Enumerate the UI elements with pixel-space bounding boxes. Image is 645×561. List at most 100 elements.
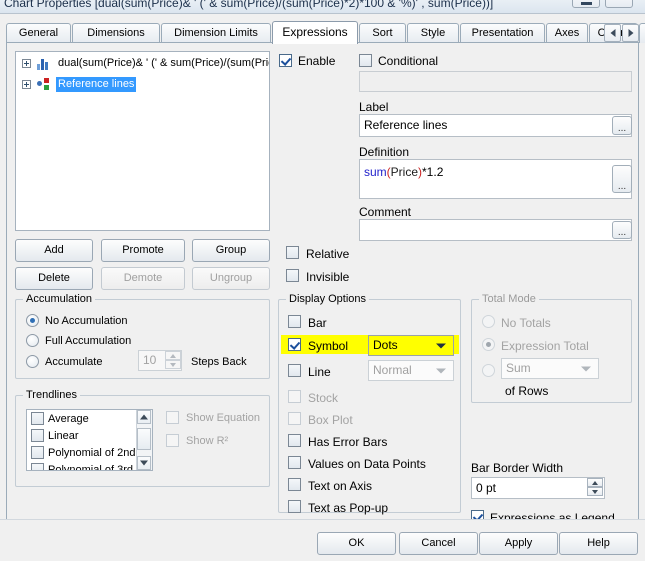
invisible-checkbox[interactable] — [286, 269, 299, 282]
comment-browse-button[interactable]: ... — [612, 221, 632, 239]
delete-button[interactable]: Delete — [15, 267, 93, 290]
symbol-checkbox[interactable] — [288, 338, 301, 351]
conditional-checkbox[interactable] — [359, 54, 372, 67]
chevron-right-icon — [628, 29, 633, 37]
list-item[interactable]: Linear — [27, 427, 152, 444]
trendline-poly3-label: Polynomial of 3rd d — [48, 464, 143, 471]
help-button[interactable]: Help — [559, 532, 638, 555]
text-as-popup-label: Text as Pop-up — [308, 501, 389, 515]
line-type-value: Normal — [373, 363, 412, 377]
line-type-select: Normal — [368, 360, 454, 381]
apply-button[interactable]: Apply — [479, 532, 558, 555]
relative-label: Relative — [306, 247, 350, 261]
bar-border-width-caption: Bar Border Width — [471, 461, 564, 475]
values-on-data-points-label: Values on Data Points — [308, 457, 426, 471]
tree-item-dual-expression[interactable]: dual(sum(Price)& ' (' & sum(Price)/(sum(… — [16, 55, 269, 73]
radio-full-accumulation-label: Full Accumulation — [45, 335, 132, 347]
tab-expressions[interactable]: Expressions — [272, 21, 358, 44]
text-on-axis-checkbox[interactable] — [288, 478, 301, 491]
tab-sort[interactable]: Sort — [359, 23, 406, 43]
label-input[interactable]: Reference lines — [359, 114, 632, 137]
trendline-poly2-checkbox[interactable] — [31, 446, 44, 459]
chevron-down-icon — [436, 368, 446, 373]
expressions-tab-page: dual(sum(Price)& ' (' & sum(Price)/(sum(… — [6, 42, 639, 527]
bar-border-width-input[interactable]: 0 pt — [471, 477, 605, 499]
radio-expression-total — [482, 338, 495, 351]
symbol-label: Symbol — [308, 339, 349, 353]
radio-accumulate[interactable] — [26, 355, 39, 368]
trendline-linear-label: Linear — [48, 430, 79, 442]
stock-label: Stock — [308, 391, 339, 405]
expand-icon[interactable] — [22, 80, 31, 89]
invisible-label: Invisible — [306, 270, 350, 284]
definition-browse-button[interactable]: ... — [612, 165, 632, 193]
tab-dimensions[interactable]: Dimensions — [72, 23, 160, 43]
has-error-bars-checkbox[interactable] — [288, 434, 301, 447]
line-checkbox[interactable] — [288, 364, 301, 377]
definition-input[interactable]: sum(Price)*1.2 — [359, 159, 632, 199]
relative-checkbox[interactable] — [286, 246, 299, 259]
tab-style[interactable]: Style — [407, 23, 459, 43]
dots-icon — [37, 78, 51, 91]
expand-icon[interactable] — [22, 59, 31, 68]
add-button[interactable]: Add — [15, 239, 93, 262]
chevron-down-icon — [436, 343, 446, 348]
scroll-down-icon[interactable] — [137, 456, 151, 470]
trendlines-scrollbar[interactable] — [136, 410, 152, 470]
ellipsis-icon: ... — [617, 181, 627, 192]
scrollbar-thumb[interactable] — [137, 428, 151, 450]
tab-dimension-limits[interactable]: Dimension Limits — [161, 23, 271, 43]
trendline-average-checkbox[interactable] — [31, 412, 44, 425]
scroll-up-icon[interactable] — [137, 410, 151, 424]
list-item[interactable]: Average — [27, 410, 152, 427]
group-button[interactable]: Group — [192, 239, 270, 262]
radio-no-accumulation-label: No Accumulation — [45, 315, 128, 327]
radio-aggregation-total — [482, 364, 495, 377]
trendline-linear-checkbox[interactable] — [31, 429, 44, 442]
show-r2-label: Show R² — [186, 435, 229, 447]
promote-button[interactable]: Promote — [101, 239, 185, 262]
values-on-data-points-checkbox[interactable] — [288, 456, 301, 469]
tab-scroll-right-button[interactable] — [622, 24, 639, 42]
radio-full-accumulation[interactable] — [26, 334, 39, 347]
tab-general[interactable]: General — [6, 23, 71, 43]
tab-scroll-left-button[interactable] — [604, 24, 621, 42]
cancel-button[interactable]: Cancel — [399, 532, 478, 555]
minimize-icon[interactable] — [572, 0, 600, 8]
list-item[interactable]: Polynomial of 2nd d — [27, 444, 152, 461]
window-title: Chart Properties [dual(sum(Price)& ' (' … — [4, 0, 494, 10]
list-item[interactable]: Polynomial of 3rd d — [27, 461, 152, 471]
definition-caption: Definition — [359, 145, 410, 159]
enable-checkbox[interactable] — [279, 54, 292, 67]
box-plot-label: Box Plot — [308, 413, 353, 427]
ellipsis-icon: ... — [617, 123, 627, 134]
bar-border-width-stepper[interactable] — [587, 478, 603, 497]
stepper-down-icon[interactable] — [165, 360, 181, 369]
tree-item-reference-lines[interactable]: Reference lines — [16, 76, 269, 94]
trendlines-list[interactable]: Average Linear Polynomial of 2nd d Polyn… — [26, 409, 153, 471]
total-mode-group-title: Total Mode — [479, 293, 539, 305]
conditional-input[interactable] — [359, 71, 632, 92]
radio-no-accumulation[interactable] — [26, 314, 39, 327]
label-browse-button[interactable]: ... — [612, 116, 632, 135]
symbol-type-select[interactable]: Dots — [368, 335, 454, 356]
stepper-up-icon[interactable] — [165, 351, 181, 360]
ok-button[interactable]: OK — [317, 532, 396, 555]
close-icon[interactable] — [605, 0, 633, 8]
trendline-poly3-checkbox[interactable] — [31, 463, 44, 470]
steps-back-stepper[interactable] — [165, 351, 181, 370]
trendline-poly2-label: Polynomial of 2nd d — [48, 447, 145, 459]
definition-token-operator: *1.2 — [422, 165, 444, 179]
radio-expression-total-label: Expression Total — [501, 339, 589, 353]
stepper-up-icon[interactable] — [587, 478, 603, 487]
bar-checkbox[interactable] — [288, 315, 301, 328]
has-error-bars-label: Has Error Bars — [308, 435, 388, 449]
aggregation-value: Sum — [506, 361, 531, 375]
text-as-popup-checkbox[interactable] — [288, 500, 301, 513]
stepper-down-icon[interactable] — [587, 487, 603, 496]
tab-presentation[interactable]: Presentation — [460, 23, 545, 43]
expression-tree[interactable]: dual(sum(Price)& ' (' & sum(Price)/(sum(… — [15, 51, 270, 231]
tab-number[interactable]: Number — [639, 23, 645, 43]
comment-input[interactable] — [359, 219, 632, 241]
tab-axes[interactable]: Axes — [546, 23, 588, 43]
